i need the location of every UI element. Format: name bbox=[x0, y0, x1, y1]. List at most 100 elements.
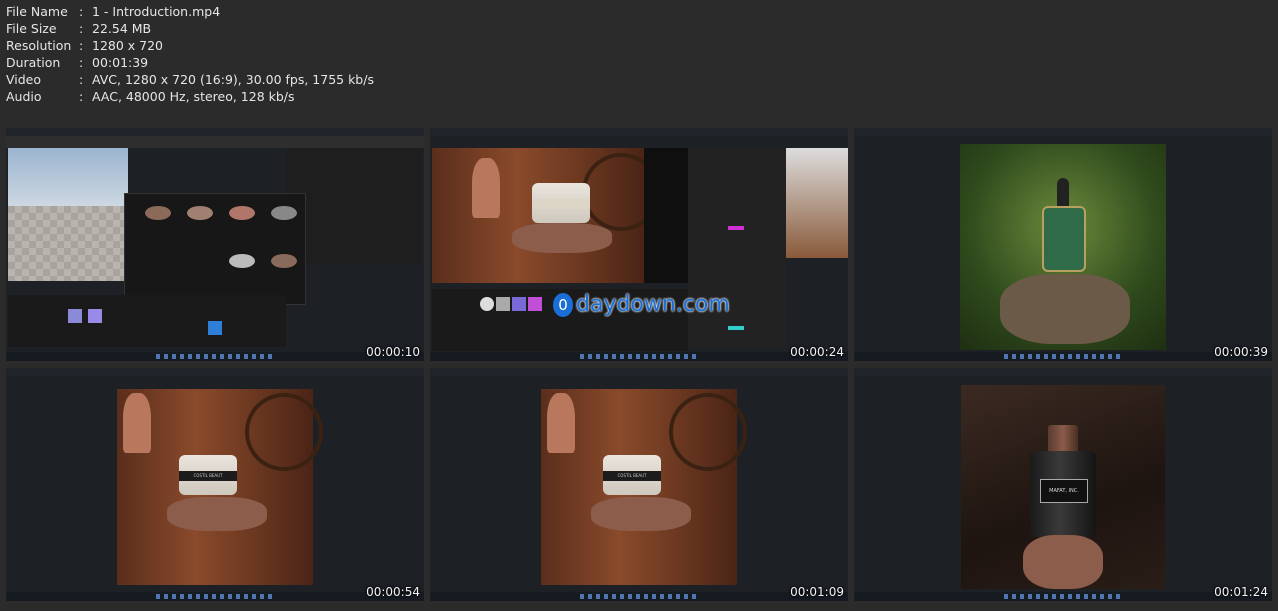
asset-rock bbox=[187, 206, 213, 220]
viewport-floor bbox=[8, 206, 128, 281]
timestamp: 00:00:10 bbox=[366, 345, 420, 359]
asset-rock bbox=[229, 206, 255, 220]
material-tile bbox=[208, 321, 222, 335]
statue-bust bbox=[472, 158, 500, 218]
thumbnail-6: MAFAT, INC. 00:01:24 bbox=[854, 368, 1272, 601]
viewer-titlebar bbox=[854, 128, 1272, 136]
jar-render: COSTIL BEAUT bbox=[541, 389, 747, 585]
resolution-row: Resolution : 1280 x 720 bbox=[6, 37, 374, 54]
watermark: 0 daydown.com bbox=[553, 292, 730, 317]
taskbar-icons bbox=[156, 354, 276, 359]
taskbar-icons bbox=[580, 594, 700, 599]
viewport-sky bbox=[8, 148, 128, 206]
material-tile bbox=[68, 309, 82, 323]
stone-base bbox=[591, 497, 691, 531]
file-size-row: File Size : 22.54 MB bbox=[6, 20, 374, 37]
asset-rock bbox=[229, 254, 255, 268]
audio-label: Audio bbox=[6, 89, 42, 104]
stone-base bbox=[1000, 274, 1130, 344]
watermark-text: daydown.com bbox=[576, 292, 730, 317]
stone-base bbox=[167, 497, 267, 531]
file-name-label: File Name bbox=[6, 4, 68, 19]
jar-render: COSTIL BEAUT bbox=[117, 389, 323, 585]
duration-row: Duration : 00:01:39 bbox=[6, 54, 374, 71]
color-swatch bbox=[728, 326, 744, 330]
statue-bust bbox=[547, 393, 575, 453]
viewer-titlebar bbox=[6, 368, 424, 376]
asset-rock bbox=[145, 206, 171, 220]
wagon-wheel bbox=[245, 393, 323, 471]
stone-base bbox=[512, 223, 612, 253]
content-drawer bbox=[8, 295, 286, 347]
material-tile bbox=[512, 297, 526, 311]
taskbar-icons bbox=[1004, 354, 1124, 359]
taskbar-icons bbox=[580, 354, 700, 359]
windows-taskbar bbox=[430, 352, 848, 361]
separator: : bbox=[79, 4, 84, 19]
windows-taskbar bbox=[854, 352, 1272, 361]
editor-toolbar bbox=[6, 136, 424, 148]
jar-label bbox=[532, 199, 590, 209]
file-info: File Name : 1 - Introduction.mp4 File Si… bbox=[6, 3, 374, 105]
taskbar-icons bbox=[1004, 594, 1124, 599]
windows-taskbar bbox=[6, 592, 424, 601]
perfume-bottle: MAFAT, INC. bbox=[1030, 451, 1096, 537]
separator: : bbox=[79, 38, 84, 53]
file-name-row: File Name : 1 - Introduction.mp4 bbox=[6, 3, 374, 20]
outliner-panel bbox=[286, 148, 422, 263]
timestamp: 00:00:39 bbox=[1214, 345, 1268, 359]
statue-bust bbox=[123, 393, 151, 453]
video-label: Video bbox=[6, 72, 42, 87]
duration-label: Duration bbox=[6, 55, 61, 70]
jar-label: COSTIL BEAUT bbox=[179, 471, 237, 481]
asset-browser bbox=[124, 193, 306, 305]
separator: : bbox=[79, 21, 84, 36]
thumbnail-5: COSTIL BEAUT 00:01:09 bbox=[430, 368, 848, 601]
resolution-value: 1280 x 720 bbox=[92, 38, 164, 53]
thumbnail-4: COSTIL BEAUT 00:00:54 bbox=[6, 368, 424, 601]
details-panel bbox=[688, 148, 786, 348]
windows-taskbar bbox=[854, 592, 1272, 601]
editor-menubar bbox=[6, 128, 424, 136]
editor-menubar bbox=[430, 128, 848, 136]
jar-brand-text: COSTIL BEAUT bbox=[193, 473, 223, 478]
scene-viewport bbox=[432, 148, 660, 283]
video-row: Video : AVC, 1280 x 720 (16:9), 30.00 fp… bbox=[6, 71, 374, 88]
asset-rock bbox=[271, 206, 297, 220]
thumbnail-3: 00:00:39 bbox=[854, 128, 1272, 361]
perfume-cap bbox=[1048, 425, 1078, 453]
video-value: AVC, 1280 x 720 (16:9), 30.00 fps, 1755 … bbox=[92, 72, 374, 87]
stone-base bbox=[1023, 535, 1103, 589]
audio-row: Audio : AAC, 48000 Hz, stereo, 128 kb/s bbox=[6, 88, 374, 105]
resolution-label: Resolution bbox=[6, 38, 72, 53]
viewer-titlebar bbox=[854, 368, 1272, 376]
thumbnail-2: 00:00:24 bbox=[430, 128, 848, 361]
perfume-label: MAFAT, INC. bbox=[1040, 479, 1088, 503]
file-name-value: 1 - Introduction.mp4 bbox=[92, 4, 221, 19]
material-tile bbox=[88, 309, 102, 323]
perfume-render: MAFAT, INC. bbox=[961, 385, 1165, 589]
serum-render bbox=[960, 144, 1166, 350]
taskbar-icons bbox=[156, 594, 276, 599]
timestamp: 00:01:24 bbox=[1214, 585, 1268, 599]
viewer-titlebar bbox=[430, 368, 848, 376]
bottle-dropper bbox=[1057, 178, 1069, 208]
separator: : bbox=[79, 89, 84, 104]
file-size-value: 22.54 MB bbox=[92, 21, 152, 36]
separator: : bbox=[79, 72, 84, 87]
wagon-wheel bbox=[669, 393, 747, 471]
jar-label: COSTIL BEAUT bbox=[603, 471, 661, 481]
material-tile bbox=[528, 297, 542, 311]
cosmetic-jar: COSTIL BEAUT bbox=[603, 455, 661, 495]
material-sphere bbox=[480, 297, 494, 311]
jar-brand-text: COSTIL BEAUT bbox=[617, 473, 647, 478]
file-size-label: File Size bbox=[6, 21, 57, 36]
color-swatch bbox=[728, 226, 744, 230]
cosmetic-jar bbox=[532, 183, 590, 223]
duration-value: 00:01:39 bbox=[92, 55, 149, 70]
windows-taskbar bbox=[6, 352, 424, 361]
timestamp: 00:01:09 bbox=[790, 585, 844, 599]
timestamp: 00:00:24 bbox=[790, 345, 844, 359]
audio-value: AAC, 48000 Hz, stereo, 128 kb/s bbox=[92, 89, 295, 104]
material-tile bbox=[496, 297, 510, 311]
